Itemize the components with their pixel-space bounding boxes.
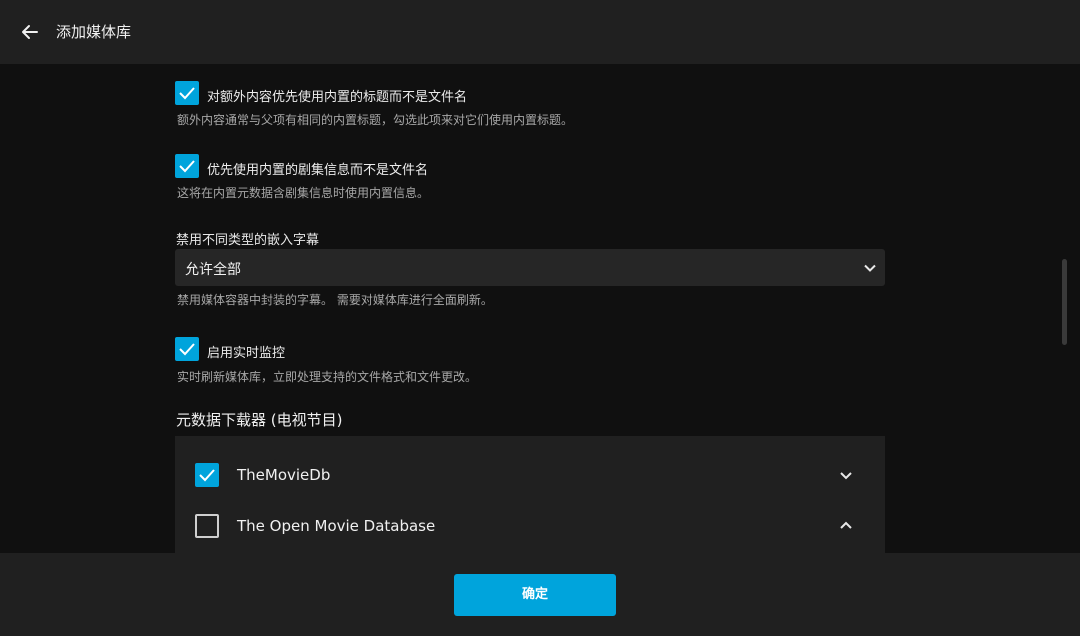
chevron-down-icon — [864, 264, 876, 272]
subtitles-select[interactable]: 允许全部 — [175, 249, 885, 286]
embedded-titles-checkbox[interactable] — [175, 81, 199, 105]
page-title: 添加媒体库 — [56, 23, 132, 41]
chevron-up-icon[interactable] — [836, 516, 856, 536]
arrow-left-icon — [22, 25, 38, 39]
realtime-monitor-description: 实时刷新媒体库，立即处理支持的文件格式和文件更改。 — [177, 370, 478, 384]
realtime-monitor-checkbox[interactable] — [175, 337, 199, 361]
embedded-titles-label: 对额外内容优先使用内置的标题而不是文件名 — [207, 90, 468, 105]
metadata-section-title: 元数据下载器 (电视节目) — [176, 411, 343, 429]
embedded-episode-info-label: 优先使用内置的剧集信息而不是文件名 — [207, 163, 429, 178]
provider-name: The Open Movie Database — [237, 517, 436, 535]
scrollbar-thumb[interactable] — [1062, 259, 1067, 345]
provider-checkbox-themoviedb[interactable] — [195, 463, 219, 487]
subtitles-select-value: 允许全部 — [185, 262, 241, 278]
check-icon — [199, 469, 215, 482]
provider-checkbox-omdb[interactable] — [195, 514, 219, 538]
dialog-content: 对额外内容优先使用内置的标题而不是文件名 额外内容通常与父项有相同的内置标题，勾… — [0, 64, 1080, 553]
back-button[interactable] — [18, 20, 42, 44]
check-icon — [179, 343, 195, 356]
metadata-provider-list: TheMovieDb The Open Movie Database — [175, 436, 885, 553]
provider-name: TheMovieDb — [237, 466, 331, 484]
check-icon — [179, 87, 195, 100]
realtime-monitor-label: 启用实时监控 — [207, 346, 286, 361]
check-icon — [179, 160, 195, 173]
embedded-titles-description: 额外内容通常与父项有相同的内置标题，勾选此项来对它们使用内置标题。 — [177, 113, 574, 127]
embedded-episode-info-checkbox[interactable] — [175, 154, 199, 178]
subtitles-description: 禁用媒体容器中封装的字幕。 需要对媒体库进行全面刷新。 — [177, 293, 493, 307]
embedded-episode-info-description: 这将在内置元数据含剧集信息时使用内置信息。 — [177, 186, 430, 200]
chevron-down-icon[interactable] — [836, 465, 856, 485]
footer-bar: 确定 — [0, 553, 1080, 636]
header-bar: 添加媒体库 — [0, 0, 1080, 64]
confirm-button[interactable]: 确定 — [454, 574, 616, 616]
subtitles-label: 禁用不同类型的嵌入字幕 — [176, 233, 320, 248]
